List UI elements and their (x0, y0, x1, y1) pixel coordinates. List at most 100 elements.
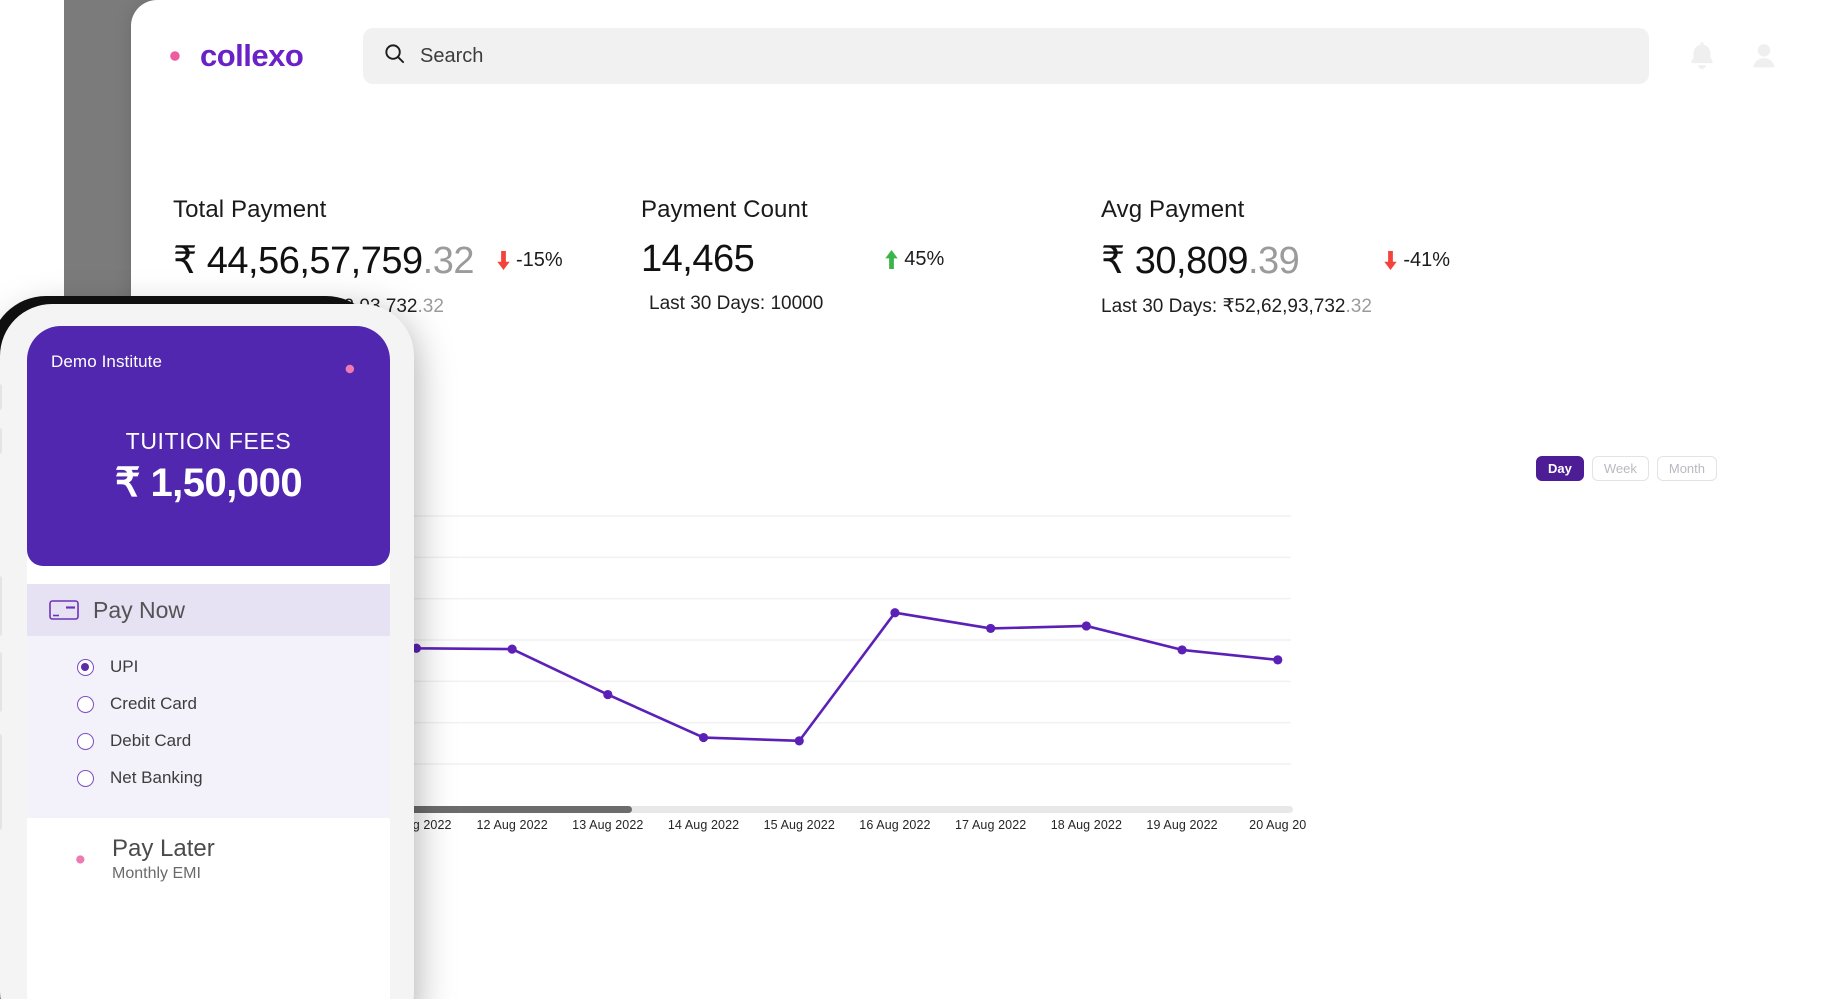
range-button-day[interactable]: Day (1536, 456, 1584, 481)
collexo-logo-icon (155, 37, 193, 75)
stat-delta: -41% (1383, 249, 1450, 272)
stat-delta-value: -15% (516, 249, 563, 272)
chart-header: Payment Trends Day Week Month (173, 462, 1827, 504)
fee-currency: ₹ (115, 461, 140, 505)
phone-button-top (0, 384, 2, 410)
search-placeholder: Search (420, 45, 483, 68)
phone-screen: Demo Institute TUITION FEES ₹ (27, 326, 390, 999)
search-input[interactable]: Search (363, 28, 1649, 84)
stat-value: ₹ 30,809.39 (1101, 238, 1299, 283)
arrow-down-icon (496, 251, 511, 270)
stat-value-row: ₹ 30,809.39 -41% (1101, 238, 1787, 283)
stat-value-main: 14,465 (641, 238, 754, 280)
payment-method-label: Net Banking (110, 768, 203, 788)
stats-row: Total Payment ₹ 44,56,57,759.32 -15% Las… (131, 196, 1827, 318)
pay-now-header[interactable]: Pay Now (27, 584, 390, 636)
chart-x-tick-label: 18 Aug 2022 (1051, 818, 1122, 832)
pay-later-option[interactable]: Pay Later Monthly EMI (27, 818, 390, 883)
range-button-week[interactable]: Week (1592, 456, 1649, 481)
chart-data-point[interactable] (986, 624, 995, 633)
chart-x-tick-label: 14 Aug 2022 (668, 818, 739, 832)
phone-power-button (0, 734, 2, 830)
pay-now-label: Pay Now (93, 597, 185, 624)
chart-x-tick-label: 17 Aug 2022 (955, 818, 1026, 832)
stat-card-avg-payment: Avg Payment ₹ 30,809.39 -41% Last 30 Day… (1059, 196, 1787, 318)
user-avatar-icon[interactable] (1747, 39, 1781, 73)
topbar-icon-group (1685, 39, 1781, 73)
radio-button[interactable] (77, 659, 94, 676)
chart-x-tick-label: 20 Aug 20 (1249, 818, 1306, 832)
fee-label: TUITION FEES (51, 428, 366, 455)
collexo-logo-icon (63, 843, 96, 876)
pay-later-subtitle: Monthly EMI (112, 865, 215, 883)
radio-button[interactable] (77, 733, 94, 750)
phone-volume-down-button (0, 652, 2, 712)
stat-sub-label: Last 30 Days: (1101, 296, 1217, 317)
collexo-logo-icon (332, 352, 366, 386)
payment-method-label: Credit Card (110, 694, 197, 714)
chart-x-tick-label: 12 Aug 2022 (476, 818, 547, 832)
brand-name: collexo (200, 38, 303, 74)
chart-data-point[interactable] (1177, 645, 1186, 654)
payment-method-label: Debit Card (110, 731, 191, 751)
payment-method-debit-card[interactable]: Debit Card (27, 726, 390, 756)
stat-sub-decimal: .32 (1346, 296, 1372, 317)
range-toggle-group: Day Week Month (1536, 456, 1717, 481)
pay-later-text-block: Pay Later Monthly EMI (112, 836, 215, 883)
stat-value-row: ₹ 44,56,57,759.32 -15% (173, 238, 599, 283)
payment-method-upi[interactable]: UPI (27, 652, 390, 682)
institute-name: Demo Institute (51, 352, 162, 372)
stat-sub-value: 52,62,93,732 (1235, 296, 1346, 317)
stat-card-payment-count: Payment Count 14,465 45% Last 30 Days: 1… (599, 196, 1059, 318)
payment-method-credit-card[interactable]: Credit Card (27, 689, 390, 719)
screenshot-stage: collexo Search (0, 0, 1827, 999)
stat-title: Payment Count (641, 196, 1059, 224)
stat-value-main: 44,56,57,759 (207, 240, 423, 282)
stat-value-main: 30,809 (1135, 240, 1248, 282)
radio-button[interactable] (77, 696, 94, 713)
chart-x-tick-label: 16 Aug 2022 (859, 818, 930, 832)
stat-value: 14,465 (641, 238, 754, 281)
stat-currency: ₹ (173, 240, 197, 282)
pay-later-title: Pay Later (112, 836, 215, 862)
fee-amount-block: TUITION FEES ₹ 1,50,000 (51, 428, 366, 506)
tuition-fee-card: Demo Institute TUITION FEES ₹ (27, 326, 390, 566)
phone-volume-up-button (0, 576, 2, 636)
stat-delta-value: -41% (1403, 249, 1450, 272)
stat-title: Avg Payment (1101, 196, 1787, 224)
stat-delta: -15% (496, 249, 563, 272)
phone-mockup: Demo Institute TUITION FEES ₹ (0, 304, 414, 999)
payment-method-net-banking[interactable]: Net Banking (27, 763, 390, 793)
chart-data-point[interactable] (508, 644, 517, 653)
stat-delta-value: 45% (904, 248, 944, 271)
chart-data-point[interactable] (795, 736, 804, 745)
bell-icon[interactable] (1685, 39, 1719, 73)
stat-sub-label: Last 30 Days: (649, 293, 765, 314)
arrow-down-icon (1383, 251, 1398, 270)
fee-card-header: Demo Institute (51, 352, 366, 386)
fee-amount: ₹ 1,50,000 (51, 460, 366, 506)
chart-data-point[interactable] (1273, 655, 1282, 664)
radio-button[interactable] (77, 770, 94, 787)
chart-x-tick-label: 15 Aug 2022 (764, 818, 835, 832)
payment-method-label: UPI (110, 657, 138, 677)
payment-methods-list: UPI Credit Card Debit Card Net Banking (27, 636, 390, 818)
stat-value-decimal: .32 (423, 240, 474, 282)
stat-title: Total Payment (173, 196, 599, 224)
stat-value-decimal: .39 (1248, 240, 1299, 282)
credit-card-icon (49, 599, 79, 621)
stat-sub-value: 10000 (770, 293, 823, 314)
chart-data-point[interactable] (699, 733, 708, 742)
chart-data-point[interactable] (890, 608, 899, 617)
phone-button-second (0, 428, 2, 454)
stat-sub-currency: ₹ (1222, 296, 1234, 317)
chart-data-point[interactable] (603, 690, 612, 699)
chart-x-tick-label: 19 Aug 2022 (1146, 818, 1217, 832)
stat-sub-decimal: .32 (418, 296, 444, 317)
top-bar: collexo Search (131, 0, 1827, 112)
range-button-month[interactable]: Month (1657, 456, 1717, 481)
stat-delta: 45% (884, 248, 944, 271)
chart-data-point[interactable] (1082, 621, 1091, 630)
brand-logo[interactable]: collexo (155, 37, 363, 75)
chart-x-tick-label: 13 Aug 2022 (572, 818, 643, 832)
